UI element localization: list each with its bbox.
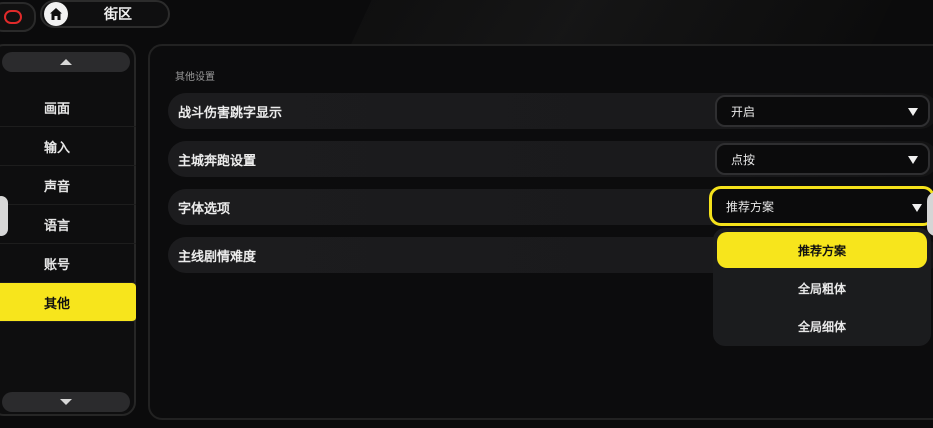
sidebar-item-label: 语言 bbox=[44, 218, 71, 234]
back-icon bbox=[4, 10, 22, 24]
sidebar-item-label: 画面 bbox=[44, 101, 71, 117]
setting-label: 主线剧情难度 bbox=[178, 249, 257, 265]
chevron-up-icon bbox=[60, 59, 72, 65]
sidebar-item-input[interactable]: 输入 bbox=[0, 127, 136, 166]
city-run-select[interactable]: 点按 bbox=[715, 143, 930, 175]
setting-label: 字体选项 bbox=[178, 201, 231, 217]
dropdown-arrow-icon bbox=[908, 156, 918, 164]
sidebar-item-account[interactable]: 账号 bbox=[0, 244, 136, 283]
dropdown-arrow-icon bbox=[912, 204, 922, 212]
sidebar-scroll-down-button[interactable] bbox=[2, 392, 130, 412]
home-icon[interactable] bbox=[44, 2, 68, 26]
back-button[interactable] bbox=[0, 2, 36, 32]
select-value: 点按 bbox=[731, 152, 756, 167]
setting-label: 战斗伤害跳字显示 bbox=[178, 105, 283, 121]
dropdown-arrow-icon bbox=[908, 108, 918, 116]
select-value: 开启 bbox=[731, 104, 756, 119]
right-edge-handle[interactable] bbox=[927, 192, 933, 236]
sidebar-item-display[interactable]: 画面 bbox=[0, 88, 136, 127]
sidebar-item-label: 其他 bbox=[44, 296, 71, 312]
sidebar-item-label: 声音 bbox=[44, 179, 71, 195]
sidebar-item-label: 输入 bbox=[44, 140, 71, 156]
setting-label: 主城奔跑设置 bbox=[178, 153, 257, 169]
sidebar-item-label: 账号 bbox=[44, 257, 71, 273]
sidebar-list: 画面 输入 声音 语言 账号 其他 bbox=[0, 88, 136, 322]
font-options-dropdown: 推荐方案 全局粗体 全局细体 bbox=[713, 228, 931, 346]
sidebar-scroll-up-button[interactable] bbox=[2, 52, 130, 72]
location-label: 街区 bbox=[104, 7, 132, 23]
sidebar-item-language[interactable]: 语言 bbox=[0, 205, 136, 244]
location-breadcrumb[interactable]: 街区 bbox=[40, 0, 170, 28]
left-edge-handle[interactable] bbox=[0, 196, 8, 236]
select-value: 推荐方案 bbox=[726, 199, 775, 214]
damage-numbers-select[interactable]: 开启 bbox=[715, 95, 930, 127]
font-option-recommended[interactable]: 推荐方案 bbox=[717, 232, 927, 268]
section-title: 其他设置 bbox=[175, 72, 215, 83]
chevron-down-icon bbox=[60, 399, 72, 405]
settings-sidebar: 画面 输入 声音 语言 账号 其他 bbox=[0, 44, 136, 416]
font-option-thin[interactable]: 全局细体 bbox=[717, 308, 927, 344]
sidebar-item-audio[interactable]: 声音 bbox=[0, 166, 136, 205]
font-select[interactable]: 推荐方案 bbox=[709, 186, 933, 226]
sidebar-item-other[interactable]: 其他 bbox=[0, 283, 136, 322]
font-option-bold[interactable]: 全局粗体 bbox=[717, 270, 927, 306]
